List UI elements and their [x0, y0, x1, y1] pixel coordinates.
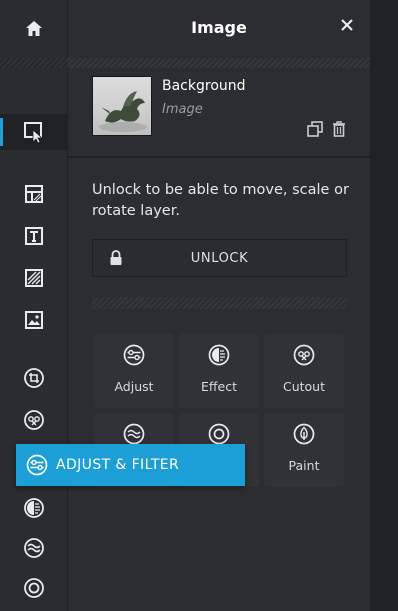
panel-header: Image — [68, 0, 370, 58]
tool-paint-label: Paint — [288, 458, 320, 473]
home-button[interactable] — [0, 0, 68, 58]
close-button[interactable] — [338, 16, 356, 34]
rail-hatch — [0, 58, 68, 68]
home-icon — [26, 21, 42, 36]
image-panel: Image Background Image Unlock to be able… — [68, 0, 370, 611]
section-divider — [68, 156, 370, 158]
rail-item-texture[interactable] — [0, 260, 68, 296]
tool-effect-label: Effect — [201, 379, 237, 394]
trash-icon — [333, 121, 345, 137]
unlock-button-label: UNLOCK — [190, 250, 249, 266]
panel-title: Image — [191, 18, 247, 37]
rail-item-image[interactable] — [0, 302, 68, 338]
app-root: Image Background Image Unlock to be able… — [0, 0, 398, 611]
rail-item-layout[interactable] — [0, 176, 68, 212]
tool-cutout[interactable]: Cutout — [264, 334, 344, 408]
crop-rotate-icon — [23, 367, 45, 389]
select-icon — [23, 121, 45, 143]
delete-layer-button[interactable] — [330, 120, 348, 138]
tooltip-label: ADJUST & FILTER — [56, 457, 180, 473]
rail-item-vignette[interactable] — [0, 570, 68, 606]
distort-icon — [23, 537, 45, 559]
layer-thumbnail — [92, 76, 152, 136]
rail-item-text[interactable] — [0, 218, 68, 254]
tool-adjust-label: Adjust — [114, 379, 154, 394]
rail-item-distort[interactable] — [0, 530, 68, 566]
tool-effect[interactable]: Effect — [179, 334, 259, 408]
adjust-filter-icon — [26, 454, 48, 476]
layout-icon — [24, 184, 44, 204]
vignette-icon — [179, 423, 259, 445]
tool-adjust[interactable]: Adjust — [94, 334, 174, 408]
rail-item-select[interactable] — [0, 114, 68, 150]
paint-icon — [264, 423, 344, 445]
effect-icon — [179, 344, 259, 366]
effect-icon — [23, 497, 45, 519]
unlock-button[interactable]: UNLOCK — [92, 239, 347, 277]
duplicate-icon — [307, 121, 323, 137]
layer-type: Image — [162, 102, 203, 117]
rail-item-crop-rotate[interactable] — [0, 360, 68, 396]
unlock-message: Unlock to be able to move, scale or rota… — [92, 182, 349, 219]
vignette-icon — [23, 577, 45, 599]
image-icon — [24, 310, 44, 330]
panel-hatch — [68, 58, 370, 68]
distort-icon — [94, 423, 174, 445]
canvas-edge — [370, 0, 398, 611]
cutout-icon — [264, 344, 344, 366]
layer-name: Background — [162, 78, 246, 94]
rail-item-cutout[interactable] — [0, 402, 68, 438]
tool-rail — [0, 0, 68, 611]
adjust-icon — [94, 344, 174, 366]
text-icon — [24, 226, 44, 246]
rail-item-effect[interactable] — [0, 490, 68, 526]
cutout-icon — [23, 409, 45, 431]
duplicate-layer-button[interactable] — [306, 120, 324, 138]
layer-row: Background Image — [68, 68, 370, 156]
tool-cutout-label: Cutout — [282, 379, 326, 394]
texture-icon — [24, 268, 44, 288]
tool-paint[interactable]: Paint — [264, 413, 344, 487]
lock-icon — [109, 250, 123, 270]
adjust-filter-tooltip: ADJUST & FILTER — [16, 444, 245, 486]
layer-actions — [306, 120, 348, 138]
close-icon — [341, 19, 353, 31]
hatch-separator — [92, 297, 347, 309]
